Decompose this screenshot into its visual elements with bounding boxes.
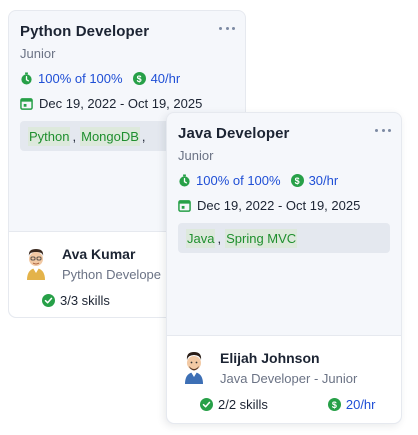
date-range: Dec 19, 2022 - Oct 19, 2025 xyxy=(197,198,361,213)
more-options-icon[interactable] xyxy=(219,25,235,31)
candidate-stats: 2/2 skills $ 20/hr xyxy=(200,397,376,412)
skills-count: 3/3 skills xyxy=(60,293,110,308)
job-stats: 100% of 100% $ 40/hr xyxy=(20,71,234,86)
developer-avatar xyxy=(27,249,45,280)
skill-separator: , xyxy=(72,128,77,144)
candidate-rate: 20/hr xyxy=(345,397,376,412)
job-level: Junior xyxy=(178,148,214,163)
dollar-circle-icon: $ xyxy=(132,72,146,85)
skill-separator: , xyxy=(217,230,222,246)
rate-text: 30/hr xyxy=(308,173,339,188)
skill-tag: Spring MVC xyxy=(225,228,298,248)
job-title: Python Developer xyxy=(20,23,150,40)
more-options-icon[interactable] xyxy=(375,127,391,133)
job-card-java[interactable]: Java Developer Junior 100% of 100% $ 30/… xyxy=(166,112,402,424)
job-dates: Dec 19, 2022 - Oct 19, 2025 xyxy=(20,96,234,111)
calendar-icon xyxy=(178,200,191,212)
candidate-panel[interactable]: Elijah Johnson Java Developer - Junior 2… xyxy=(167,335,401,423)
job-stats: 100% of 100% $ 30/hr xyxy=(178,173,390,188)
progress-text: 100% of 100% xyxy=(38,71,123,86)
check-circle-icon xyxy=(200,398,213,411)
candidate-name: Ava Kumar xyxy=(62,246,136,262)
skill-tag: MongoDB xyxy=(80,126,140,146)
check-circle-icon xyxy=(42,294,55,307)
calendar-icon xyxy=(20,98,33,110)
skill-tag: Python xyxy=(28,126,71,146)
dollar-circle-icon: $ xyxy=(290,174,304,187)
progress-text: 100% of 100% xyxy=(196,173,281,188)
stopwatch-icon xyxy=(21,72,32,85)
developer-avatar xyxy=(185,352,203,384)
skill-separator: , xyxy=(141,128,146,144)
rate-text: 40/hr xyxy=(150,71,181,86)
skills-list: Java , Spring MVC xyxy=(178,223,390,253)
dollar-circle-icon: $ xyxy=(327,398,341,411)
skill-tag: Java xyxy=(186,228,216,248)
date-range: Dec 19, 2022 - Oct 19, 2025 xyxy=(39,96,203,111)
skills-count: 2/2 skills xyxy=(218,397,268,412)
candidate-name: Elijah Johnson xyxy=(220,350,320,366)
candidate-role: Python Develope xyxy=(62,267,162,282)
card-stack: Python Developer Junior 100% of 100% $ 4… xyxy=(0,0,418,435)
job-dates: Dec 19, 2022 - Oct 19, 2025 xyxy=(178,198,390,213)
job-level: Junior xyxy=(20,46,56,61)
stopwatch-icon xyxy=(179,174,190,187)
candidate-role: Java Developer - Junior xyxy=(220,371,358,386)
job-title: Java Developer xyxy=(178,125,290,142)
